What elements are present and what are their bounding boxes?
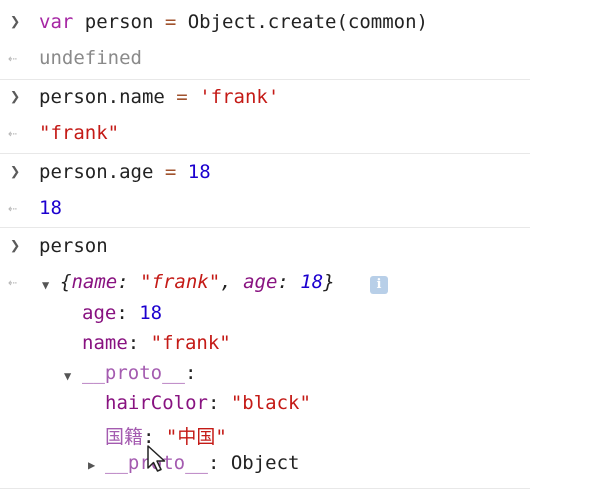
colon: : [207,392,231,414]
operator: = [164,161,177,183]
empty-panel [530,0,598,492]
property-key: name [82,332,128,354]
return-arrow-icon: ⇠ [8,49,18,67]
console-entry: ❯ person.age = 18 ⇠ 18 [0,154,530,228]
console-output: undefined [39,47,142,69]
triangle-down-icon[interactable]: ▼ [64,369,71,383]
summary-value-age: 18 [300,271,324,293]
console-input[interactable]: person [39,235,108,257]
property-value: "black" [230,392,311,414]
colon: : [116,302,140,324]
chevron-right-icon: ❯ [10,162,21,182]
console-output: "frank" [39,122,120,144]
return-arrow-icon: ⇠ [8,273,18,291]
triangle-down-icon[interactable]: ▼ [42,278,49,292]
mouse-pointer-icon [147,445,166,472]
identifier: person.name [39,86,177,108]
summary-key-name: name [71,271,118,293]
identifier: person.age [39,161,165,183]
proto-row[interactable]: __proto__: [82,362,196,384]
object-summary[interactable]: {name: "frank", age: 18} [60,271,335,293]
property-key: age [82,302,117,324]
operator: = [176,86,188,108]
number-literal: 18 [187,161,211,183]
property-value: 18 [139,302,163,324]
return-arrow-icon: ⇠ [8,199,18,217]
console-entry: ❯ person ⇠ ▼ {name: "frank", age: 18} i … [0,228,530,492]
colon: : [127,332,151,354]
colon: : [184,362,197,384]
property-row: age: 18 [82,302,162,324]
console-output: 18 [39,197,62,219]
brace-open: { [60,271,72,293]
colon: : [277,271,301,293]
identifier: person [73,11,165,33]
chevron-right-icon: ❯ [10,236,21,256]
devtools-console: ❯ var person = Object.create(common) ⇠ u… [0,0,530,492]
return-arrow-icon: ⇠ [8,124,18,142]
property-row: name: "frank" [82,332,231,354]
console-input[interactable]: person.age = 18 [39,161,211,183]
summary-value-name: "frank" [140,271,221,293]
comma: , [220,271,244,293]
proto-key: __proto__ [82,362,185,384]
property-value: "中国" [165,426,227,448]
property-value: "frank" [150,332,231,354]
proto-value: Object [230,452,300,474]
brace-close: } [323,271,335,293]
chevron-right-icon: ❯ [10,87,21,107]
property-row: hairColor: "black" [105,392,311,414]
info-icon[interactable]: i [370,276,388,294]
console-entry: ❯ person.name = 'frank' ⇠ "frank" [0,80,530,154]
expression: Object.create(common) [176,11,428,33]
console-input[interactable]: person.name = 'frank' [39,86,279,108]
summary-key-age: age [243,271,278,293]
console-input[interactable]: var person = Object.create(common) [39,11,428,33]
proto-row[interactable]: __proto__: Object [105,452,299,474]
divider [0,488,530,489]
property-key: 国籍 [105,426,144,448]
colon: : [207,452,231,474]
operator: = [164,11,177,33]
identifier: person [39,235,108,257]
property-key: hairColor [105,392,208,414]
colon: : [117,271,141,293]
string-literal: 'frank' [199,86,280,108]
keyword: var [39,11,74,33]
triangle-right-icon[interactable]: ▶ [88,458,95,472]
chevron-right-icon: ❯ [10,12,21,32]
console-entry: ❯ var person = Object.create(common) ⇠ u… [0,0,530,80]
